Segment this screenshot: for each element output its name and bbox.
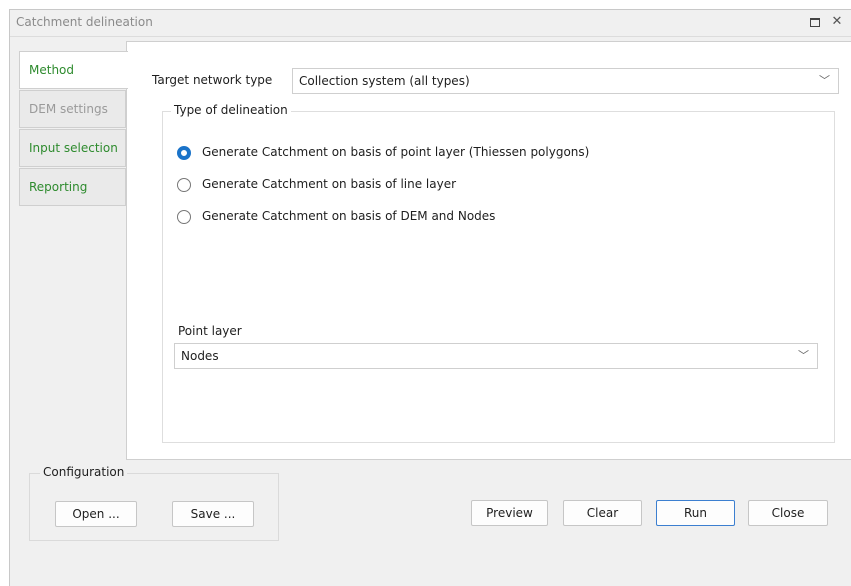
option-point-layer-label: Generate Catchment on basis of point lay… xyxy=(202,145,590,159)
target-network-label: Target network type xyxy=(152,73,273,87)
tab-reporting-label: Reporting xyxy=(29,180,88,194)
option-line-layer-label: Generate Catchment on basis of line laye… xyxy=(202,177,457,191)
clear-button[interactable]: Clear xyxy=(563,500,642,526)
catchment-delineation-window: Catchment delineation ✕ Method DEM setti… xyxy=(9,9,851,586)
tab-method-label: Method xyxy=(29,63,75,77)
run-button[interactable]: Run xyxy=(656,500,735,526)
tab-dem-settings-label: DEM settings xyxy=(29,102,108,116)
target-network-dropdown[interactable]: Collection system (all types) ﹀ xyxy=(292,68,839,94)
radio-dem-nodes[interactable] xyxy=(177,210,191,224)
tab-method[interactable]: Method xyxy=(19,51,128,89)
close-icon[interactable]: ✕ xyxy=(829,14,845,30)
close-button[interactable]: Close xyxy=(748,500,828,526)
tab-input-selection[interactable]: Input selection xyxy=(19,129,126,167)
point-layer-label: Point layer xyxy=(178,324,242,338)
configuration-title: Configuration xyxy=(40,465,128,479)
configuration-group: Configuration Open ... Save ... xyxy=(29,465,279,541)
tab-dem-settings[interactable]: DEM settings xyxy=(19,90,126,128)
save-config-button[interactable]: Save ... xyxy=(172,501,254,527)
option-dem-nodes-label: Generate Catchment on basis of DEM and N… xyxy=(202,209,496,223)
method-panel: Target network type Collection system (a… xyxy=(126,41,851,460)
chevron-down-icon: ﹀ xyxy=(798,349,809,362)
radio-point-layer[interactable] xyxy=(177,146,191,160)
tab-input-selection-label: Input selection xyxy=(29,141,118,155)
point-layer-value: Nodes xyxy=(181,349,219,363)
tab-reporting[interactable]: Reporting xyxy=(19,168,126,206)
target-network-value: Collection system (all types) xyxy=(299,74,470,88)
radio-line-layer[interactable] xyxy=(177,178,191,192)
chevron-down-icon: ﹀ xyxy=(819,74,830,87)
preview-button[interactable]: Preview xyxy=(471,500,548,526)
delineation-type-group: Type of delineation Generate Catchment o… xyxy=(162,103,835,443)
window-title: Catchment delineation xyxy=(16,15,153,29)
restore-icon[interactable] xyxy=(807,14,823,30)
delineation-group-title: Type of delineation xyxy=(171,103,291,117)
title-bar: Catchment delineation ✕ xyxy=(10,10,851,37)
open-config-button[interactable]: Open ... xyxy=(55,501,137,527)
point-layer-dropdown[interactable]: Nodes ﹀ xyxy=(174,343,818,369)
